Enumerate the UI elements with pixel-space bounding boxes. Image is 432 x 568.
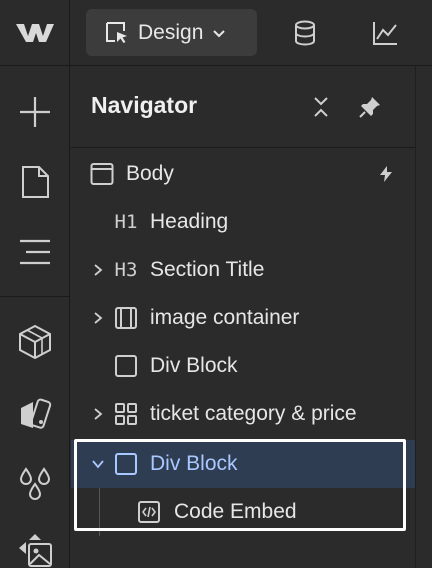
plus-icon — [20, 97, 50, 127]
tree-item-body[interactable]: Body — [71, 150, 415, 198]
chevron-down-icon[interactable] — [91, 457, 105, 471]
tree-item-label: Body — [126, 162, 174, 185]
h1-icon: H1 — [114, 211, 138, 233]
panel-title: Navigator — [91, 92, 198, 118]
grid-icon — [113, 401, 139, 427]
navigator-icon — [20, 239, 50, 265]
tree-item-label: Div Block — [150, 354, 238, 377]
cms-database-button[interactable] — [286, 14, 324, 52]
navigator-panel: Navigator Body H1 Heading H3 Section Tit… — [71, 66, 415, 568]
rail-divider — [0, 296, 70, 297]
cube-icon — [19, 324, 51, 360]
tree-item-div-block-selected[interactable]: Div Block — [71, 440, 415, 488]
lightning-icon[interactable] — [373, 161, 399, 187]
webflow-logo[interactable] — [0, 0, 70, 66]
div-block-icon — [113, 451, 139, 477]
navigator-header: Navigator — [71, 66, 415, 148]
chevron-right-icon[interactable] — [91, 407, 105, 421]
analytics-button[interactable] — [366, 14, 404, 52]
page-icon — [22, 166, 49, 198]
tree-item-label: Code Embed — [174, 500, 297, 523]
add-elements-button[interactable] — [0, 80, 70, 144]
tree-item-label: Section Title — [150, 258, 265, 281]
variables-button[interactable] — [0, 452, 70, 516]
tree-item-section-title[interactable]: H3 Section Title — [71, 246, 415, 294]
top-bar: Design — [0, 0, 432, 66]
design-mode-label: Design — [138, 20, 204, 44]
left-toolbar — [0, 66, 70, 568]
collapse-icon — [314, 97, 328, 117]
tree-item-label: image container — [150, 306, 300, 329]
droplets-icon — [19, 467, 51, 500]
chevron-down-icon — [213, 29, 226, 37]
chevron-right-icon[interactable] — [91, 263, 105, 277]
code-embed-icon — [136, 499, 162, 525]
tree-indent-line — [99, 488, 100, 536]
tree-item-heading[interactable]: H1 Heading — [71, 198, 415, 246]
tree-item-image-container[interactable]: image container — [71, 294, 415, 342]
components-button[interactable] — [0, 310, 70, 374]
collapse-all-button[interactable] — [306, 92, 336, 122]
tree-item-label: Heading — [150, 210, 229, 233]
pin-panel-button[interactable] — [355, 92, 385, 122]
style-brush-icon — [21, 398, 52, 429]
pin-icon — [359, 97, 380, 118]
style-selectors-button[interactable] — [0, 382, 70, 446]
div-block-icon — [113, 353, 139, 379]
image-asset-icon — [19, 534, 52, 567]
cursor-select-icon — [106, 21, 127, 43]
webflow-logo-icon — [15, 24, 54, 42]
chevron-right-icon[interactable] — [91, 311, 105, 325]
tree-item-label: Div Block — [150, 452, 238, 475]
tree-item-ticket-category[interactable]: ticket category & price — [71, 390, 415, 438]
tree-item-label: ticket category & price — [150, 402, 357, 425]
pages-button[interactable] — [0, 150, 70, 214]
container-icon — [113, 305, 139, 331]
body-icon — [89, 161, 115, 187]
h3-icon: H3 — [114, 259, 138, 281]
line-chart-icon — [373, 22, 397, 45]
tree-item-div-block[interactable]: Div Block — [71, 342, 415, 390]
database-icon — [295, 20, 315, 46]
panel-scrollbar[interactable] — [415, 66, 432, 568]
assets-button[interactable] — [0, 518, 70, 568]
navigator-button[interactable] — [0, 220, 70, 284]
design-mode-dropdown[interactable]: Design — [86, 9, 257, 56]
tree-item-code-embed[interactable]: Code Embed — [71, 488, 415, 536]
